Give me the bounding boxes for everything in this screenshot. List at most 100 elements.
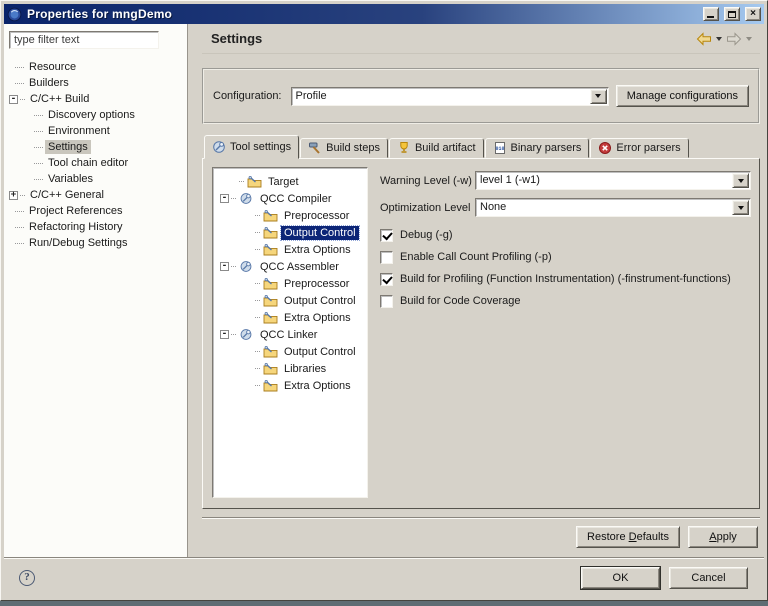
tree-connector: [20, 195, 25, 196]
cancel-button[interactable]: Cancel: [669, 567, 748, 589]
nav-item-cpp-build[interactable]: -C/C++ Build: [6, 91, 187, 107]
back-arrow-icon[interactable]: [695, 32, 713, 46]
dialog-body: Resource Builders -C/C++ Build Discovery…: [4, 24, 764, 557]
folder-wrench-icon: [246, 175, 262, 188]
maximize-button[interactable]: [724, 7, 740, 21]
tab-strip: Tool settings Build steps Build artifact: [202, 134, 760, 158]
folder-wrench-icon: [262, 294, 278, 307]
tool-item-compiler-extra-options[interactable]: Extra Options: [217, 241, 367, 258]
titlebar[interactable]: Properties for mngDemo ×: [4, 4, 764, 24]
nav-item-cpp-general[interactable]: +C/C++ General: [6, 187, 187, 203]
tree-connector: [255, 283, 260, 284]
tool-item-linker-output-control[interactable]: Output Control: [217, 343, 367, 360]
apply-button[interactable]: Apply: [688, 526, 758, 548]
tool-item-qcc-compiler[interactable]: - QCC Compiler: [217, 190, 367, 207]
manage-configurations-button[interactable]: Manage configurations: [616, 85, 749, 107]
tree-connector: [255, 385, 260, 386]
back-history-caret-icon[interactable]: [716, 37, 722, 41]
tree-connector: [34, 179, 43, 180]
tab-label: Error parsers: [616, 142, 680, 154]
nav-item-resource[interactable]: Resource: [6, 59, 187, 75]
optimization-level-select[interactable]: None: [475, 198, 751, 217]
tool-item-target[interactable]: Target: [217, 173, 367, 190]
history-navigation: [695, 32, 752, 46]
panel-sash[interactable]: [188, 24, 202, 557]
nav-item-builders[interactable]: Builders: [6, 75, 187, 91]
tool-item-qcc-assembler[interactable]: - QCC Assembler: [217, 258, 367, 275]
build-for-profiling-checkbox-row: Build for Profiling (Function Instrument…: [380, 268, 751, 290]
tool-settings-tree: Target - QCC Compiler Preprocessor: [212, 167, 368, 498]
code-coverage-label: Build for Code Coverage: [400, 295, 520, 307]
svg-text:010: 010: [495, 146, 504, 152]
nav-item-environment[interactable]: Environment: [6, 123, 187, 139]
tree-connector: [255, 351, 260, 352]
nav-item-refactoring-history[interactable]: Refactoring History: [6, 219, 187, 235]
warning-level-select[interactable]: level 1 (-w1): [475, 171, 751, 190]
tree-connector: [34, 131, 43, 132]
optimization-level-value: None: [480, 201, 506, 213]
nav-item-settings[interactable]: Settings: [6, 139, 187, 155]
tool-item-linker-extra-options[interactable]: Extra Options: [217, 377, 367, 394]
ok-button[interactable]: OK: [581, 567, 660, 589]
tab-tool-settings[interactable]: Tool settings: [204, 135, 299, 159]
configuration-select[interactable]: Profile: [291, 87, 609, 106]
collapse-expander-icon[interactable]: -: [220, 330, 229, 339]
restore-defaults-button[interactable]: Restore Defaults: [576, 526, 680, 548]
minimize-icon: [707, 16, 714, 18]
nav-item-discovery-options[interactable]: Discovery options: [6, 107, 187, 123]
folder-wrench-icon: [262, 209, 278, 222]
minimize-button[interactable]: [703, 7, 719, 21]
tree-connector: [15, 211, 24, 212]
configuration-label: Configuration:: [213, 90, 282, 102]
help-icon[interactable]: ?: [19, 570, 35, 586]
tool-item-compiler-output-control[interactable]: Output Control: [217, 224, 367, 241]
output-control-options: Warning Level (-w) level 1 (-w1) Optimiz…: [376, 167, 753, 498]
folder-wrench-icon: [262, 226, 278, 239]
tab-binary-parsers[interactable]: 010 Binary parsers: [485, 138, 590, 158]
debug-checkbox[interactable]: [380, 229, 393, 242]
close-icon: ×: [750, 9, 756, 19]
tree-connector: [34, 163, 43, 164]
tree-connector: [255, 317, 260, 318]
nav-item-tool-chain-editor[interactable]: Tool chain editor: [6, 155, 187, 171]
tool-item-linker-libraries[interactable]: Libraries: [217, 360, 367, 377]
forward-arrow-icon[interactable]: [725, 32, 743, 46]
build-for-profiling-label: Build for Profiling (Function Instrument…: [400, 273, 731, 285]
forward-history-caret-icon[interactable]: [746, 37, 752, 41]
expand-expander-icon[interactable]: +: [9, 191, 18, 200]
warning-level-row: Warning Level (-w) level 1 (-w1): [380, 170, 751, 191]
code-coverage-checkbox[interactable]: [380, 295, 393, 308]
tool-item-assembler-extra-options[interactable]: Extra Options: [217, 309, 367, 326]
call-count-profiling-checkbox[interactable]: [380, 251, 393, 264]
tab-build-artifact[interactable]: Build artifact: [389, 138, 484, 158]
dropdown-arrow-icon[interactable]: [732, 200, 749, 215]
collapse-expander-icon[interactable]: -: [9, 95, 18, 104]
wrench-ball-icon: [238, 328, 254, 341]
call-count-profiling-checkbox-row: Enable Call Count Profiling (-p): [380, 246, 751, 268]
tree-connector: [34, 147, 43, 148]
nav-item-project-references[interactable]: Project References: [6, 203, 187, 219]
nav-item-run-debug-settings[interactable]: Run/Debug Settings: [6, 235, 187, 251]
nav-item-variables[interactable]: Variables: [6, 171, 187, 187]
collapse-expander-icon[interactable]: -: [220, 262, 229, 271]
dropdown-arrow-icon[interactable]: [590, 89, 607, 104]
build-for-profiling-checkbox[interactable]: [380, 273, 393, 286]
tree-connector: [15, 67, 24, 68]
filter-input[interactable]: [9, 31, 159, 49]
tool-item-assembler-preprocessor[interactable]: Preprocessor: [217, 275, 367, 292]
tool-item-qcc-linker[interactable]: - QCC Linker: [217, 326, 367, 343]
tree-connector: [231, 334, 236, 335]
close-button[interactable]: ×: [745, 7, 761, 21]
tool-item-assembler-output-control[interactable]: Output Control: [217, 292, 367, 309]
tab-error-parsers[interactable]: Error parsers: [590, 138, 688, 158]
tab-build-steps[interactable]: Build steps: [300, 138, 388, 158]
tree-connector: [15, 83, 24, 84]
configuration-group: Configuration: Profile Manage configurat…: [202, 68, 760, 124]
warning-level-value: level 1 (-w1): [480, 174, 540, 186]
optimization-level-row: Optimization Level None: [380, 197, 751, 218]
dropdown-arrow-icon[interactable]: [732, 173, 749, 188]
collapse-expander-icon[interactable]: -: [220, 194, 229, 203]
tool-item-compiler-preprocessor[interactable]: Preprocessor: [217, 207, 367, 224]
tree-connector: [255, 249, 260, 250]
binary-document-icon: 010: [493, 141, 507, 155]
